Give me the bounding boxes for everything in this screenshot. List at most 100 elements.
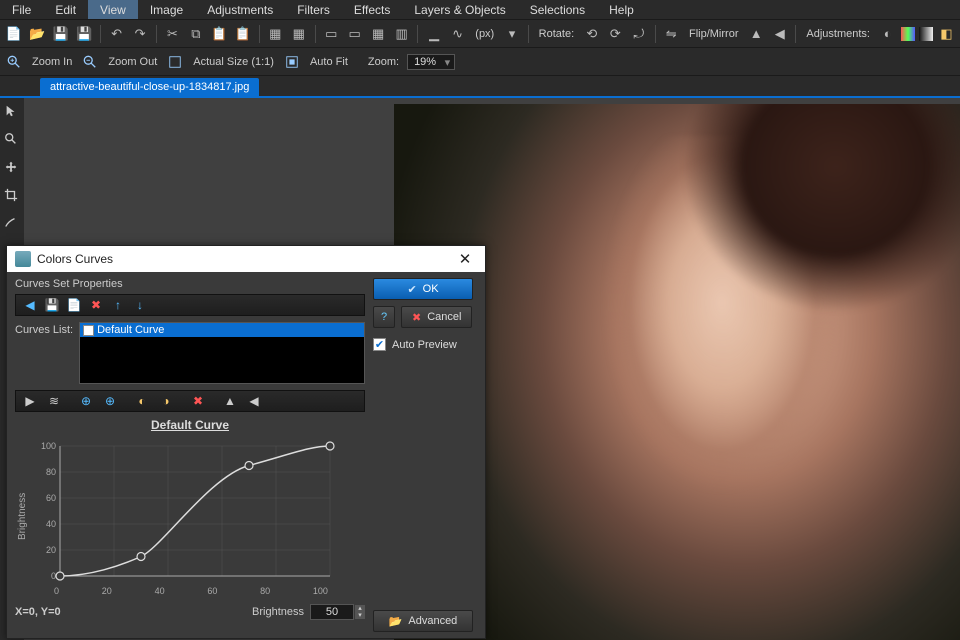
open-folder-icon[interactable]: 📂 bbox=[27, 24, 46, 44]
ok-button[interactable]: ✔OK bbox=[373, 278, 473, 300]
save-icon[interactable]: 💾 bbox=[51, 24, 70, 44]
curve-nav-right-icon[interactable]: ⊕ bbox=[78, 393, 94, 409]
cancel-button[interactable]: ✖Cancel bbox=[401, 306, 472, 328]
actual-size-icon[interactable] bbox=[165, 52, 185, 72]
curve-nav-up-icon[interactable]: ⊕ bbox=[102, 393, 118, 409]
curve-point-3[interactable] bbox=[326, 442, 334, 450]
px-label: (px) bbox=[471, 28, 498, 40]
rotate-left-icon[interactable]: ⟲ bbox=[582, 24, 601, 44]
flip-v-icon[interactable]: ◀ bbox=[770, 24, 789, 44]
move-down-icon[interactable]: ↓ bbox=[132, 297, 148, 313]
move-up-icon[interactable]: ↑ bbox=[110, 297, 126, 313]
zoom-select[interactable]: 19% bbox=[407, 54, 455, 70]
grid1-icon[interactable]: ▦ bbox=[266, 24, 285, 44]
adj-hue-icon[interactable]: ◧ bbox=[937, 24, 956, 44]
close-icon[interactable]: ✕ bbox=[453, 250, 477, 268]
zoom-out-icon[interactable] bbox=[80, 52, 100, 72]
folder-icon: 📂 bbox=[389, 615, 403, 628]
back-icon[interactable]: ◀ bbox=[22, 297, 38, 313]
layout2-icon[interactable]: ▭ bbox=[345, 24, 364, 44]
curves-listbox[interactable]: Default Curve bbox=[79, 322, 365, 384]
actual-size-label[interactable]: Actual Size (1:1) bbox=[189, 56, 278, 68]
curves-list-item-selected[interactable]: Default Curve bbox=[80, 323, 364, 337]
zoom-label: Zoom: bbox=[364, 56, 403, 68]
curve-preset2-icon[interactable]: ◑ bbox=[158, 393, 174, 409]
curve-flip-h-icon[interactable]: ▲ bbox=[222, 393, 238, 409]
layout3-icon[interactable]: ▦ bbox=[368, 24, 387, 44]
dropdown-icon[interactable]: ▾ bbox=[502, 24, 521, 44]
dialog-titlebar[interactable]: Colors Curves ✕ bbox=[7, 246, 485, 272]
flip-label: Flip/Mirror bbox=[685, 28, 743, 40]
curve-title: Default Curve bbox=[15, 418, 365, 432]
adj-gradient-icon[interactable] bbox=[901, 27, 915, 41]
help-button[interactable]: ? bbox=[373, 306, 395, 328]
menu-edit[interactable]: Edit bbox=[43, 0, 88, 19]
document-tab[interactable]: attractive-beautiful-close-up-1834817.jp… bbox=[40, 78, 259, 96]
brush-tool-icon[interactable] bbox=[0, 212, 22, 234]
curves-chart[interactable]: 0 20 40 60 80 100 bbox=[30, 436, 330, 586]
menu-view[interactable]: View bbox=[88, 0, 138, 19]
curve-delete-point-icon[interactable]: ✖ bbox=[190, 393, 206, 409]
undo-icon[interactable]: ↶ bbox=[107, 24, 126, 44]
rotate-right-icon[interactable]: ⟳ bbox=[606, 24, 625, 44]
menu-filters[interactable]: Filters bbox=[285, 0, 342, 19]
auto-fit-label[interactable]: Auto Fit bbox=[306, 56, 352, 68]
copy-icon[interactable]: ⧉ bbox=[186, 24, 205, 44]
rotate-arb-icon[interactable]: ⤾ bbox=[629, 24, 648, 44]
new-set-icon[interactable]: 📄 bbox=[66, 297, 82, 313]
spinner-up-icon[interactable]: ▴ bbox=[355, 605, 365, 612]
move-tool-icon[interactable] bbox=[0, 156, 22, 178]
auto-preview-checkbox[interactable]: ✔ bbox=[373, 338, 386, 351]
delete-set-icon[interactable]: ✖ bbox=[88, 297, 104, 313]
curve-point-0[interactable] bbox=[56, 572, 64, 580]
save-set-icon[interactable]: 💾 bbox=[44, 297, 60, 313]
dialog-app-icon bbox=[15, 251, 31, 267]
auto-fit-icon[interactable] bbox=[282, 52, 302, 72]
crop-tool-icon[interactable] bbox=[0, 184, 22, 206]
advanced-button[interactable]: 📂Advanced bbox=[373, 610, 473, 632]
pointer-tool-icon[interactable] bbox=[0, 100, 22, 122]
zoom-in-label[interactable]: Zoom In bbox=[28, 56, 76, 68]
menu-adjustments[interactable]: Adjustments bbox=[195, 0, 285, 19]
curves-set-toolbar: ◀ 💾 📄 ✖ ↑ ↓ bbox=[15, 294, 365, 316]
histogram-icon[interactable]: ▁ bbox=[424, 24, 443, 44]
layout4-icon[interactable]: ▥ bbox=[392, 24, 411, 44]
grid2-icon[interactable]: ▦ bbox=[289, 24, 308, 44]
flip-icon[interactable]: ⇋ bbox=[662, 24, 681, 44]
zoom-in-icon[interactable] bbox=[4, 52, 24, 72]
adj-contrast-icon[interactable]: ◐ bbox=[878, 24, 897, 44]
adj-levels-icon[interactable] bbox=[919, 27, 933, 41]
flip-h-icon[interactable]: ▲ bbox=[746, 24, 765, 44]
paste-special-icon[interactable]: 📋 bbox=[233, 24, 252, 44]
curve-type2-icon[interactable]: ≋ bbox=[46, 393, 62, 409]
menu-effects[interactable]: Effects bbox=[342, 0, 402, 19]
menu-file[interactable]: File bbox=[0, 0, 43, 19]
menu-selections[interactable]: Selections bbox=[518, 0, 597, 19]
y-tick-5: 100 bbox=[41, 441, 56, 451]
chart-x-ticks: 020406080100 bbox=[30, 586, 330, 596]
menu-help[interactable]: Help bbox=[597, 0, 646, 19]
brightness-input[interactable] bbox=[310, 604, 354, 620]
magnify-tool-icon[interactable] bbox=[0, 128, 22, 150]
curve-edit-toolbar: ▶ ≋ ⊕ ⊕ ◐ ◑ ✖ ▲ ◀ bbox=[15, 390, 365, 412]
menu-bar: File Edit View Image Adjustments Filters… bbox=[0, 0, 960, 20]
curve-tool-icon[interactable]: ∿ bbox=[448, 24, 467, 44]
curve-type1-icon[interactable]: ▶ bbox=[22, 393, 38, 409]
redo-icon[interactable]: ↷ bbox=[130, 24, 149, 44]
menu-layers-objects[interactable]: Layers & Objects bbox=[402, 0, 517, 19]
curve-point-1[interactable] bbox=[137, 553, 145, 561]
y-tick-1: 20 bbox=[46, 545, 56, 555]
curve-flip-v-icon[interactable]: ◀ bbox=[246, 393, 262, 409]
layout1-icon[interactable]: ▭ bbox=[322, 24, 341, 44]
curve-preset1-icon[interactable]: ◐ bbox=[134, 393, 150, 409]
spinner-down-icon[interactable]: ▾ bbox=[355, 612, 365, 619]
cut-icon[interactable]: ✂ bbox=[163, 24, 182, 44]
curve-point-2[interactable] bbox=[245, 462, 253, 470]
new-file-icon[interactable]: 📄 bbox=[4, 24, 23, 44]
save-all-icon[interactable]: 💾 bbox=[74, 24, 93, 44]
y-tick-4: 80 bbox=[46, 467, 56, 477]
zoom-out-label[interactable]: Zoom Out bbox=[104, 56, 161, 68]
brightness-spinner[interactable]: ▴▾ bbox=[355, 605, 365, 619]
menu-image[interactable]: Image bbox=[138, 0, 195, 19]
paste-icon[interactable]: 📋 bbox=[210, 24, 229, 44]
